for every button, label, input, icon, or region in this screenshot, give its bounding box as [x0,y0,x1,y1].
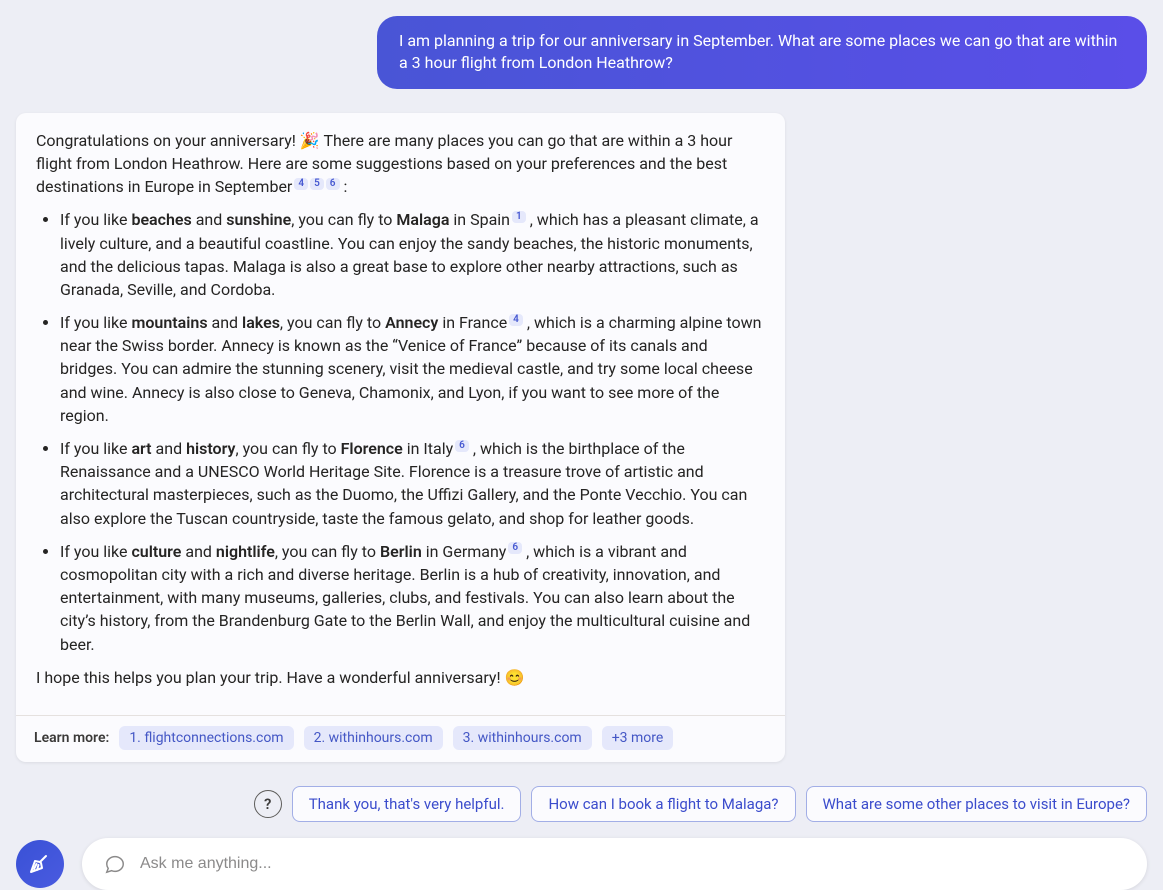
intro-text: Congratulations on your anniversary! 🎉 T… [36,131,732,196]
assistant-intro: Congratulations on your anniversary! 🎉 T… [36,129,765,199]
user-message: I am planning a trip for our anniversary… [377,16,1147,89]
learn-more-label: Learn more: [34,730,109,746]
assistant-outro: I hope this helps you plan your trip. Ha… [36,666,765,689]
user-message-text: I am planning a trip for our anniversary… [399,31,1117,72]
list-item: If you like art and history, you can fly… [60,437,765,530]
citation-6c[interactable]: 6 [508,542,522,554]
assistant-message: Congratulations on your anniversary! 🎉 T… [16,113,785,762]
citation-6b[interactable]: 6 [455,440,469,452]
suggestions-row: ? Thank you, that's very helpful. How ca… [16,786,1147,822]
citation-1[interactable]: 1 [512,211,526,223]
citation-6[interactable]: 6 [326,178,340,190]
learn-more-chip-2[interactable]: 2. withinhours.com [304,726,443,750]
chat-bubble-icon [104,853,126,875]
list-item: If you like beaches and sunshine, you ca… [60,208,765,301]
citation-4b[interactable]: 4 [509,314,523,326]
help-icon[interactable]: ? [254,790,282,818]
intro-colon: : [340,177,348,196]
suggestion-chip-2[interactable]: How can I book a flight to Malaga? [531,786,795,822]
learn-more-chip-1[interactable]: 1. flightconnections.com [119,726,293,750]
chat-input[interactable] [140,855,1125,873]
chat-input-box[interactable] [82,838,1147,890]
broom-icon [28,852,52,876]
list-item: If you like mountains and lakes, you can… [60,311,765,427]
list-item: If you like culture and nightlife, you c… [60,540,765,656]
new-topic-button[interactable] [16,840,64,888]
suggestion-chip-3[interactable]: What are some other places to visit in E… [806,786,1148,822]
assistant-bullet-list: If you like beaches and sunshine, you ca… [36,208,765,655]
assistant-body: Congratulations on your anniversary! 🎉 T… [16,113,785,715]
learn-more-chip-3[interactable]: 3. withinhours.com [453,726,592,750]
input-row [16,838,1147,890]
learn-more-bar: Learn more: 1. flightconnections.com 2. … [16,715,785,762]
learn-more-chip-more[interactable]: +3 more [602,726,674,750]
citation-4[interactable]: 4 [294,178,308,190]
citation-5[interactable]: 5 [310,178,324,190]
suggestion-chip-1[interactable]: Thank you, that's very helpful. [292,786,522,822]
